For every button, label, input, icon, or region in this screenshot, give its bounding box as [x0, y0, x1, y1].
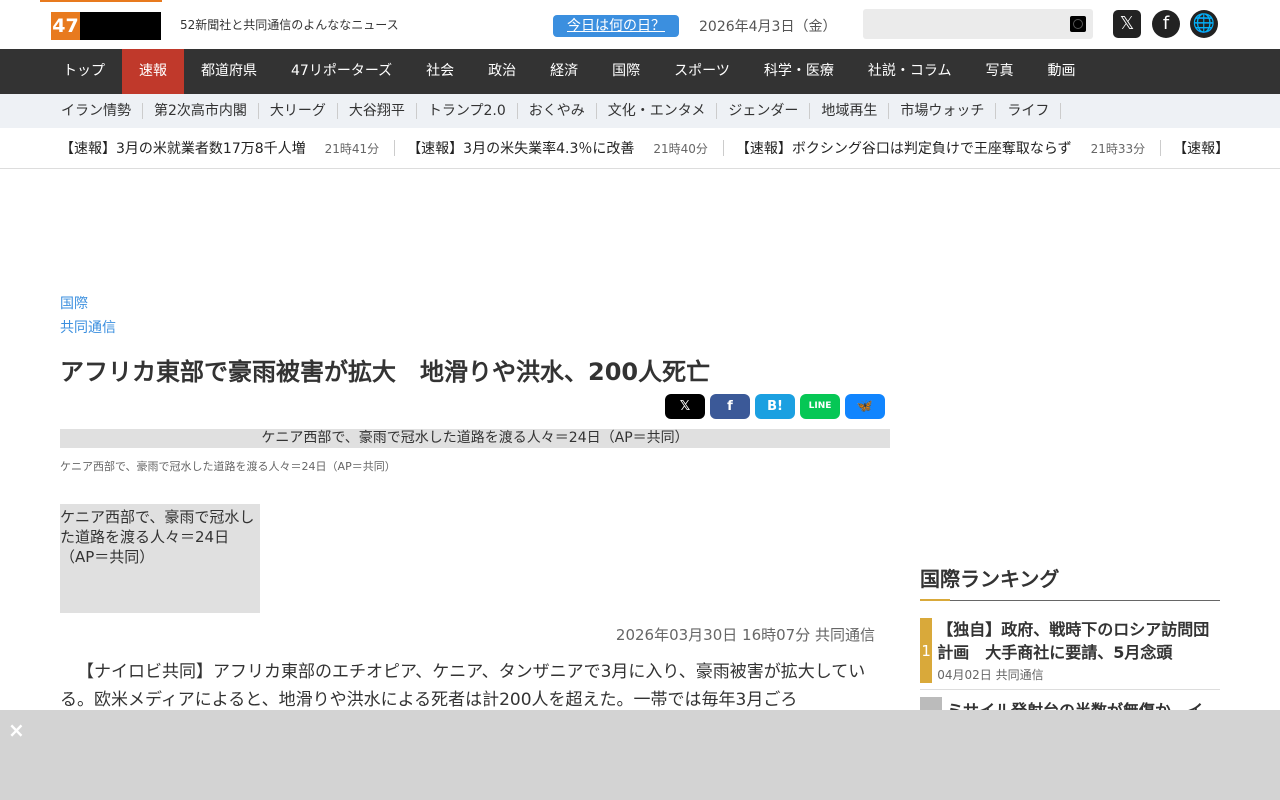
logo-text: 47	[51, 12, 80, 40]
publisher: 共同通信	[814, 626, 875, 644]
ticker-time: 21時41分	[324, 141, 380, 156]
current-date: 2026年4月3日（金）	[699, 19, 837, 35]
article: 国際 共同通信 アフリカ東部で豪雨被害が拡大 地滑りや洪水、200人死亡 𝕏 f…	[60, 290, 890, 710]
category-link[interactable]: 国際	[60, 294, 890, 314]
ticker-headline[interactable]: 【速報】	[1173, 138, 1229, 158]
article-body: 【ナイロビ共同】アフリカ東部のエチオピア、ケニア、タンザニアで3月に入り、豪雨被…	[60, 662, 866, 710]
subnav-item[interactable]: 大リーグ	[259, 103, 338, 119]
nav-item[interactable]: 国際	[595, 49, 657, 94]
ticker-headline[interactable]: 【速報】3月の米失業率4.3％に改善	[407, 138, 634, 158]
nav-item[interactable]: 社会	[409, 49, 471, 94]
nav-item[interactable]: 経済	[533, 49, 595, 94]
search-icon[interactable]	[1070, 16, 1086, 32]
share-line-button[interactable]: LINE	[800, 394, 840, 419]
subnav-item[interactable]: 市場ウォッチ	[889, 103, 997, 119]
nav-item[interactable]: 速報	[122, 49, 184, 94]
nav-item[interactable]: 政治	[471, 49, 533, 94]
share-facebook-button[interactable]: f	[710, 394, 750, 419]
ad-banner: ×	[0, 710, 1280, 800]
article-meta: 2026年03月30日 16時07分 共同通信	[616, 624, 875, 645]
ranking-item-source: 共同通信	[995, 668, 1044, 682]
search-input[interactable]	[863, 9, 1093, 39]
divider	[394, 140, 396, 156]
ticker-time: 21時40分	[653, 141, 708, 156]
article-title: アフリカ東部で豪雨被害が拡大 地滑りや洪水、200人死亡	[60, 358, 711, 386]
subnav-item[interactable]: 第2次高市内閣	[143, 103, 259, 119]
subnav-item[interactable]: ジェンダー	[717, 103, 811, 119]
site-logo[interactable]: 47	[51, 12, 161, 40]
share-bluesky-button[interactable]: 🦋	[845, 394, 885, 419]
today-button[interactable]: 今日は何の日？	[553, 15, 679, 37]
close-icon[interactable]: ×	[8, 718, 25, 742]
ranking-title: 国際ランキング	[920, 563, 1220, 601]
divider	[722, 140, 724, 156]
nav-item[interactable]: 社説・コラム	[851, 49, 969, 94]
ticker-time: 21時33分	[1090, 141, 1146, 156]
thumbnail-image[interactable]: ケニア西部で、豪雨で冠水した道路を渡る人々＝24日（AP＝共同）	[60, 504, 260, 613]
subnav-item[interactable]: おくやみ	[518, 103, 597, 119]
main-nav: トップ 速報 都道府県 47リポーターズ 社会 政治 経済 国際 スポーツ 科学・医療 社説・コラム…	[0, 49, 1280, 94]
news-ticker: 【速報】3月の米就業者数17万8千人増 21時41分 【速報】3月の米失業率4.3％…	[0, 128, 1280, 169]
ticker-headline[interactable]: 【速報】3月の米就業者数17万8千人増	[60, 138, 306, 158]
subnav-item[interactable]: イラン情勢	[50, 103, 143, 119]
nav-item[interactable]: 科学・医療	[747, 49, 851, 94]
nav-item[interactable]: 47リポーターズ	[274, 49, 409, 94]
article-datetime: 2026年03月30日 16時07分	[615, 626, 811, 644]
globe-icon[interactable]: 🌐	[1190, 10, 1218, 38]
tagline: 52新聞社と共同通信のよんななニュース	[180, 18, 399, 32]
x-icon[interactable]: 𝕏	[1113, 10, 1141, 38]
subnav-item[interactable]: 文化・エンタメ	[597, 103, 718, 119]
subnav-item[interactable]: ライフ	[996, 103, 1062, 119]
image-caption: ケニア西部で、豪雨で冠水した道路を渡る人々＝24日（AP＝共同）	[60, 460, 396, 473]
ranking-item-title[interactable]: 【独自】政府、戦時下のロシア訪問団計画 大手商社に要請、5月念頭	[937, 618, 1220, 664]
source-link[interactable]: 共同通信	[60, 318, 890, 338]
nav-item[interactable]: スポーツ	[657, 49, 747, 94]
main-image: ケニア西部で、豪雨で冠水した道路を渡る人々＝24日（AP＝共同）	[60, 429, 890, 448]
nav-item[interactable]: 動画	[1030, 49, 1092, 94]
share-buttons: 𝕏 f B! LINE 🦋	[665, 394, 885, 419]
nav-item[interactable]: 写真	[968, 49, 1030, 94]
rank-number: 1	[920, 618, 933, 683]
ranking-sidebar: 国際ランキング 1 【独自】政府、戦時下のロシア訪問団計画 大手商社に要請、5月…	[920, 563, 1220, 721]
sub-nav: イラン情勢 第2次高市内閣 大リーグ 大谷翔平 トランプ2.0 おくやみ 文化・エンタメ ジェ…	[0, 94, 1280, 128]
ranking-item-date: 04月02日	[937, 668, 992, 682]
header: 47 52新聞社と共同通信のよんななニュース 今日は何の日？ 2026年4月3日…	[0, 0, 1280, 49]
ticker-headline[interactable]: 【速報】ボクシング谷口は判定負けで王座奪取ならず	[736, 138, 1072, 158]
subnav-item[interactable]: トランプ2.0	[417, 103, 518, 119]
nav-item[interactable]: トップ	[46, 49, 122, 94]
share-x-button[interactable]: 𝕏	[665, 394, 705, 419]
divider	[1160, 140, 1162, 156]
facebook-icon[interactable]: f	[1152, 10, 1180, 38]
share-hatena-button[interactable]: B!	[755, 394, 795, 419]
subnav-item[interactable]: 大谷翔平	[338, 103, 417, 119]
subnav-item[interactable]: 地域再生	[810, 103, 890, 119]
nav-item[interactable]: 都道府県	[184, 49, 274, 94]
accent-line	[40, 0, 162, 2]
ranking-item[interactable]: 1 【独自】政府、戦時下のロシア訪問団計画 大手商社に要請、5月念頭 04月02…	[920, 618, 1220, 690]
